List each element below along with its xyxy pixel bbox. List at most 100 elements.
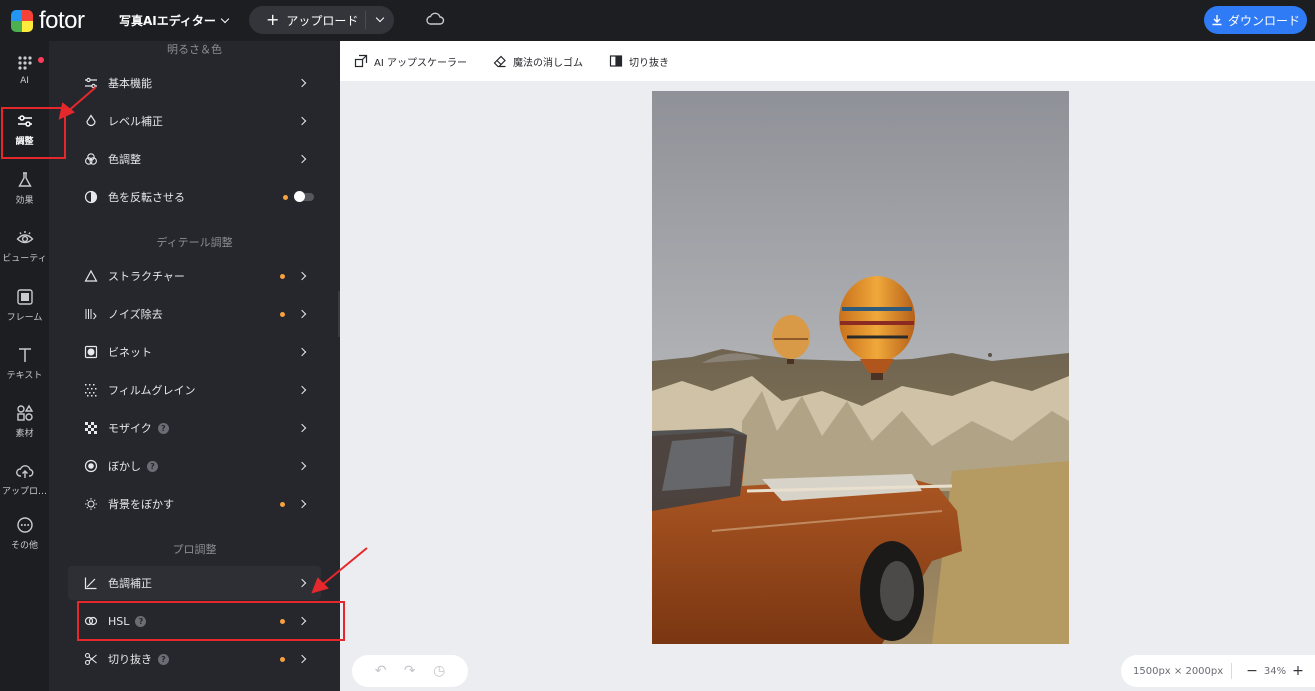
- row-color[interactable]: 色調整: [68, 142, 321, 176]
- upload-options-dropdown[interactable]: [366, 6, 394, 34]
- frame-icon: [16, 289, 33, 305]
- row-mosaic[interactable]: モザイク?: [68, 411, 321, 445]
- plus-icon: +: [266, 10, 280, 29]
- crop-tool-button[interactable]: 切り抜き: [609, 54, 669, 69]
- iconbar-item-uploads[interactable]: アップロ…: [0, 462, 49, 497]
- row-crop[interactable]: 切り抜き?: [68, 642, 321, 676]
- iconbar-item-effects[interactable]: 効果: [0, 171, 49, 206]
- canvas-workspace: AI アップスケーラー 魔法の消しゴム 切り抜き ↶ ↷ ◷ 1500px × …: [340, 41, 1315, 691]
- undo-icon[interactable]: ↶: [375, 663, 387, 679]
- iconbar-item-frame[interactable]: フレーム: [0, 288, 49, 323]
- triangle-icon: [83, 268, 99, 284]
- iconbar-label: 効果: [15, 196, 34, 206]
- redo-icon[interactable]: ↷: [404, 663, 416, 679]
- upload-label: アップロード: [286, 13, 359, 28]
- logo-text: fotor: [39, 7, 85, 34]
- help-icon[interactable]: ?: [147, 460, 158, 472]
- fotor-logo[interactable]: fotor: [11, 7, 85, 35]
- invert-toggle[interactable]: [294, 191, 314, 202]
- curves-icon: [83, 575, 99, 591]
- canvas-photo[interactable]: [652, 91, 1069, 644]
- row-label: ストラクチャー: [108, 270, 185, 283]
- crop-icon: [609, 55, 623, 67]
- zoom-in-button[interactable]: +: [1292, 663, 1304, 679]
- iconbar-item-beauty[interactable]: ビューティ: [0, 229, 49, 264]
- row-invert[interactable]: 色を反転させる: [68, 180, 321, 214]
- row-label: フィルムグレイン: [108, 384, 196, 397]
- eraser-icon: [493, 55, 506, 68]
- ai-dots-icon: [17, 56, 32, 70]
- drop-icon: [83, 113, 99, 129]
- editor-switch-dropdown[interactable]: 写真AIエディター: [119, 12, 230, 29]
- history-controls: ↶ ↷ ◷: [352, 655, 468, 687]
- iconbar-label: 素材: [15, 429, 34, 439]
- upscale-icon: [354, 54, 368, 68]
- eye-icon: [16, 231, 33, 244]
- row-label: ビネット: [108, 346, 152, 359]
- ai-upscaler-button[interactable]: AI アップスケーラー: [354, 54, 467, 69]
- tiny-balloon: [988, 353, 992, 357]
- row-basic[interactable]: 基本機能: [68, 66, 321, 100]
- chevron-down-icon: [220, 14, 230, 23]
- row-label: 背景をぼかす: [108, 498, 174, 511]
- editor-switch-label: 写真AIエディター: [119, 14, 216, 28]
- row-label: 基本機能: [108, 77, 152, 90]
- history-icon[interactable]: ◷: [433, 663, 445, 679]
- chevron-right-icon: [297, 78, 307, 88]
- upload-cloud-icon: [15, 465, 33, 478]
- image-dimensions: 1500px × 2000px: [1133, 665, 1224, 677]
- help-icon[interactable]: ?: [158, 653, 169, 665]
- annotation-box-hsl: [77, 601, 345, 641]
- zoom-level[interactable]: 34%: [1264, 666, 1286, 677]
- iconbar-label: フレーム: [6, 313, 43, 323]
- chevron-right-icon: [297, 461, 307, 471]
- magic-eraser-label: 魔法の消しゴム: [512, 57, 583, 69]
- row-levels[interactable]: レベル補正: [68, 104, 321, 138]
- row-structure[interactable]: ストラクチャー: [68, 259, 321, 293]
- cloud-icon[interactable]: [425, 11, 445, 27]
- row-label-text: ぼかし: [108, 460, 141, 473]
- scissors-icon: [83, 651, 99, 667]
- upload-button-group: + アップロード: [249, 6, 394, 34]
- chevron-right-icon: [297, 154, 307, 164]
- invert-icon: [83, 189, 99, 205]
- chevron-right-icon: [297, 271, 307, 281]
- row-bg-blur[interactable]: 背景をぼかす: [68, 487, 321, 521]
- row-curves[interactable]: 色調補正: [68, 566, 321, 600]
- iconbar-item-elements[interactable]: 素材: [0, 404, 49, 439]
- zoom-out-button[interactable]: −: [1246, 663, 1258, 679]
- adjust-panel: 明るさ＆色 基本機能 レベル補正 色調整 色を反転させる ディテール調整 ストラ…: [49, 41, 340, 691]
- magic-eraser-button[interactable]: 魔法の消しゴム: [493, 54, 583, 69]
- section-title-brightness: 明るさ＆色: [167, 43, 222, 56]
- download-button[interactable]: ダウンロード: [1204, 6, 1307, 34]
- iconbar-item-text[interactable]: テキスト: [0, 346, 49, 381]
- iconbar-label: ビューティ: [2, 254, 47, 264]
- color-circles-icon: [83, 151, 99, 167]
- row-denoise[interactable]: ノイズ除去: [68, 297, 321, 331]
- vignette-icon: [83, 344, 99, 360]
- annotation-box-adjust: [1, 107, 66, 159]
- row-vignette[interactable]: ビネット: [68, 335, 321, 369]
- pro-dot: [280, 656, 285, 662]
- elements-icon: [16, 404, 33, 421]
- row-label-text: モザイク: [108, 422, 152, 435]
- pro-dot: [280, 501, 285, 507]
- iconbar-item-ai[interactable]: AI: [0, 54, 49, 86]
- flask-icon: [17, 172, 32, 187]
- chevron-right-icon: [297, 116, 307, 126]
- chevron-right-icon: [297, 385, 307, 395]
- ai-upscaler-label: AI アップスケーラー: [374, 57, 467, 69]
- row-blur[interactable]: ぼかし?: [68, 449, 321, 483]
- upload-button[interactable]: + アップロード: [249, 6, 365, 34]
- chevron-right-icon: [297, 578, 307, 588]
- iconbar-label: アップロ…: [1, 487, 47, 497]
- iconbar-item-more[interactable]: その他: [0, 516, 49, 551]
- pro-dot: [283, 194, 288, 200]
- section-title-pro: プロ調整: [172, 543, 217, 556]
- chevron-right-icon: [297, 309, 307, 319]
- help-icon[interactable]: ?: [157, 422, 169, 434]
- top-bar: fotor 写真AIエディター + アップロード ダウンロード: [0, 0, 1315, 41]
- mosaic-icon: [83, 420, 99, 436]
- row-grain[interactable]: フィルムグレイン: [68, 373, 321, 407]
- download-icon: [1212, 15, 1222, 26]
